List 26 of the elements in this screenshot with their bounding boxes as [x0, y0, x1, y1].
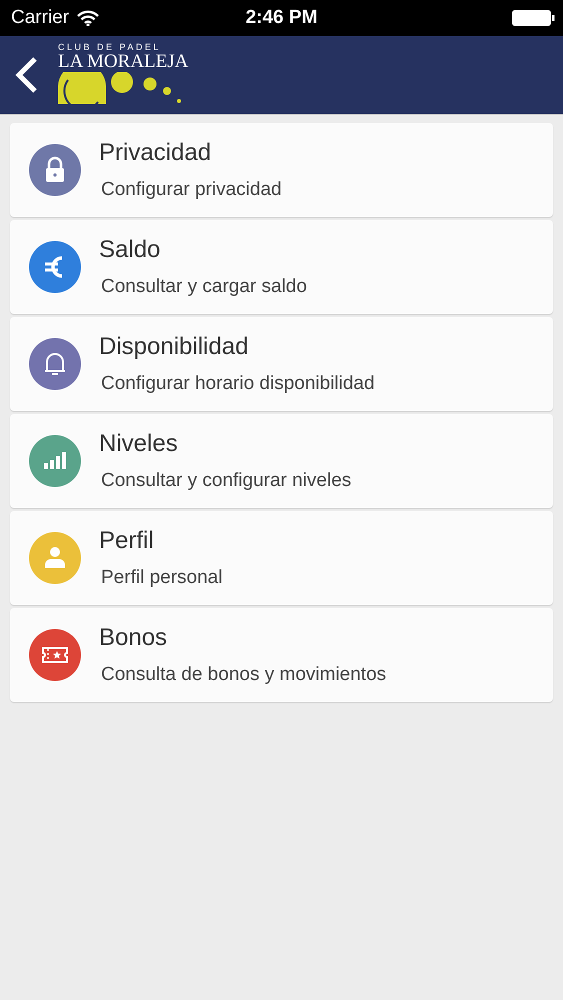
item-title: Saldo [99, 236, 162, 264]
menu-item[interactable]: Disponibilidad Configurar horario disponibilidad [10, 317, 553, 411]
item-subtitle: Configurar horario disponibilidad [100, 373, 375, 395]
logo-subtitle: CLUB DE PADEL [58, 42, 162, 52]
item-subtitle: Perfil personal [100, 567, 222, 589]
menu-item[interactable]: Privacidad Configurar privacidad [10, 123, 553, 217]
status-time: 2:46 PM [246, 7, 318, 29]
carrier-label: Carrier [11, 7, 70, 29]
logo-title: LA MORALEJA [58, 52, 188, 72]
menu-item[interactable]: Niveles Consultar y configurar niveles [10, 414, 553, 508]
item-title: Perfil [99, 527, 155, 555]
menu-item[interactable]: Saldo Consultar y cargar saldo [10, 220, 553, 314]
item-subtitle: Consulta de bonos y movimientos [100, 664, 386, 686]
ball-dots-icon [58, 72, 184, 104]
back-button[interactable] [14, 56, 38, 94]
item-subtitle: Consultar y cargar saldo [100, 276, 307, 298]
wifi-icon [77, 10, 100, 26]
battery-icon [511, 9, 555, 27]
item-title: Privacidad [99, 139, 212, 167]
item-title: Disponibilidad [99, 333, 250, 361]
item-title: Niveles [99, 430, 179, 458]
item-subtitle: Configurar privacidad [100, 179, 282, 201]
menu-item[interactable]: Bonos Consulta de bonos y movimientos [10, 608, 553, 702]
item-subtitle: Consultar y configurar niveles [100, 470, 352, 492]
menu-item[interactable]: Perfil Perfil personal [10, 511, 553, 605]
item-title: Bonos [99, 624, 168, 652]
